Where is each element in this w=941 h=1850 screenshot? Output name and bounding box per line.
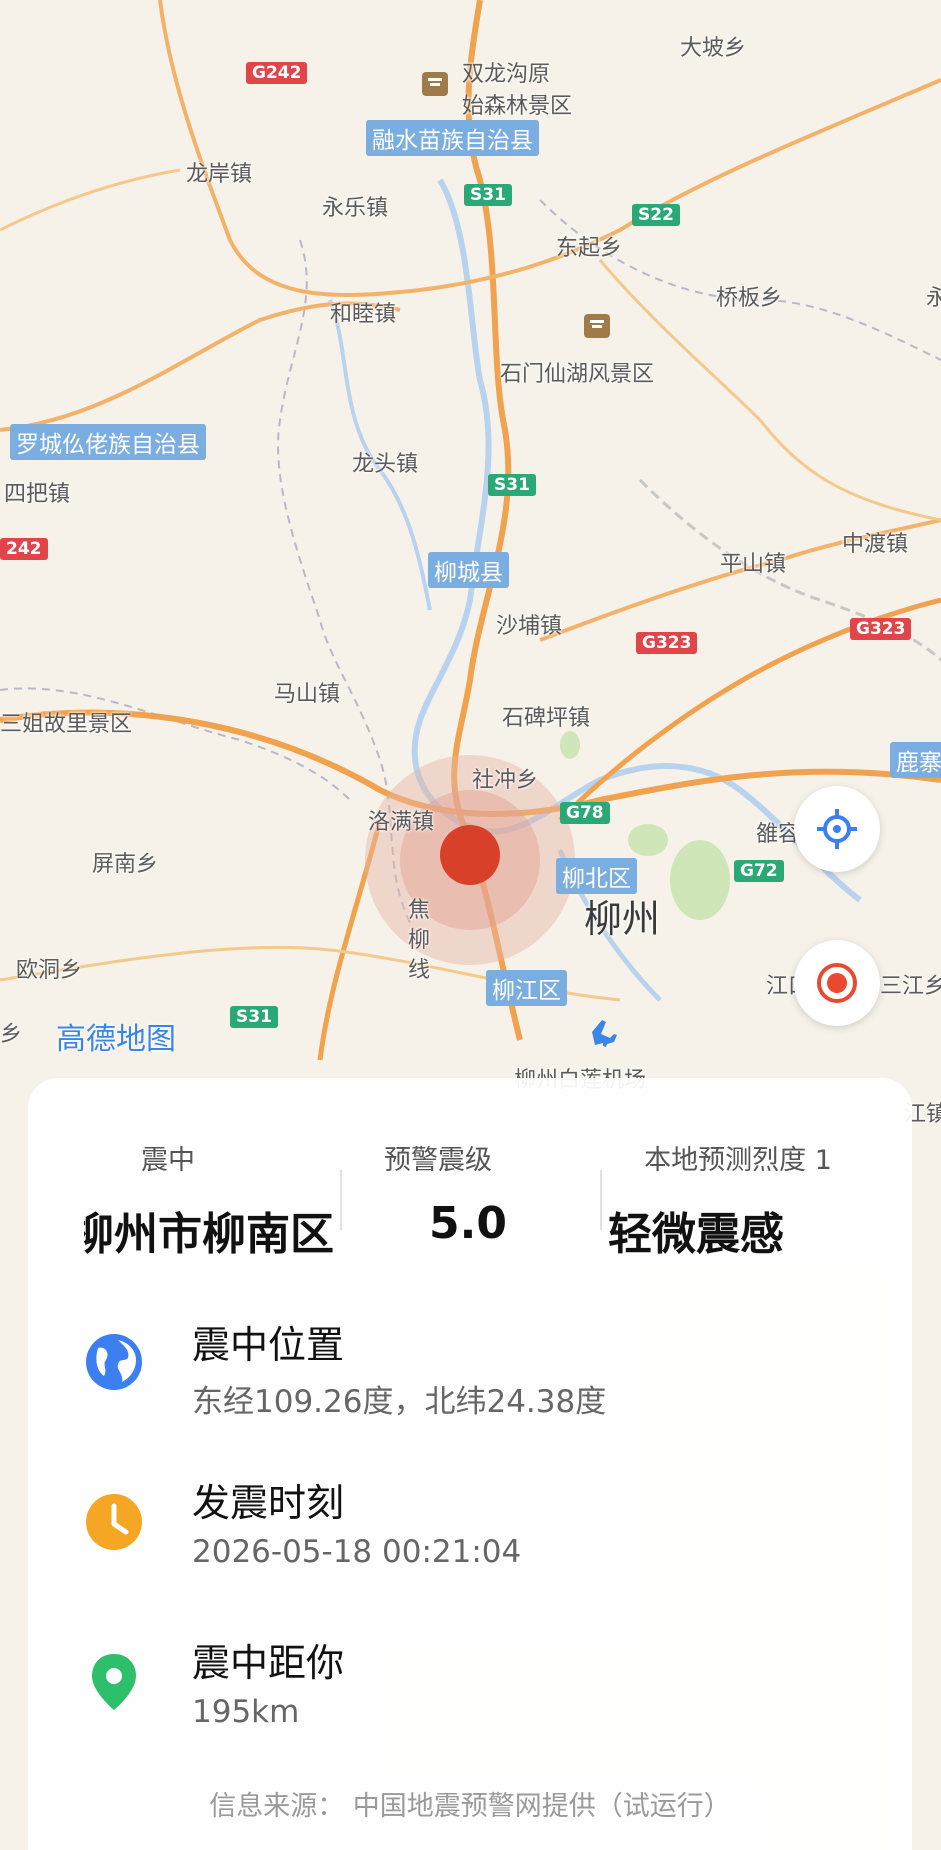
map-label-county: 柳城县 [428, 552, 509, 588]
map-label: 三江乡 [880, 974, 941, 999]
map-label: 始森林景区 [462, 94, 573, 119]
map-label: 石碑坪镇 [502, 706, 591, 731]
map-label-city: 柳州 [584, 897, 661, 941]
magnitude-value: 5.0 [429, 1198, 507, 1249]
road-shield: G242 [246, 62, 308, 84]
location-pin-icon [92, 1654, 136, 1710]
map-label: 洛满镇 [368, 810, 435, 835]
earthquake-info-panel: 震中 预警震级 本地预测烈度 1 柳州市柳南区 5.0 轻微震感 震中位置 东经… [28, 1078, 912, 1850]
map-label: 乡 [0, 1022, 23, 1047]
epicenter-focus-button[interactable] [794, 940, 880, 1026]
map-brand-logo: 高德地图 [56, 1022, 176, 1057]
epicenter-marker [440, 825, 500, 885]
road-shield: G323 [636, 632, 698, 654]
map-label: 四把镇 [4, 482, 71, 507]
map-label-county: 融水苗族自治县 [366, 120, 539, 156]
magnitude-header: 预警震级 [384, 1145, 492, 1176]
road-shield: S22 [632, 204, 680, 226]
map-label: 龙岸镇 [186, 162, 253, 187]
map-label: 三姐故里景区 [0, 712, 133, 737]
map-label: 双龙沟原 [462, 62, 551, 87]
map-label-county: 鹿寨 [890, 742, 941, 778]
target-icon [817, 963, 857, 1003]
road-shield: S31 [464, 184, 512, 206]
clock-icon [86, 1494, 142, 1550]
intensity-header: 本地预测烈度 1 [644, 1145, 832, 1176]
scenic-spot-icon [584, 314, 610, 338]
map-label: 屏南乡 [92, 852, 159, 877]
road-shield: G78 [560, 802, 610, 824]
column-divider [600, 1170, 602, 1230]
locate-me-button[interactable] [794, 786, 880, 872]
map-label: 石门仙湖风景区 [500, 362, 655, 387]
map-label: 和睦镇 [330, 302, 397, 327]
map-label: 平山镇 [720, 552, 787, 577]
road-shield: 242 [0, 538, 48, 560]
map-label: 欧洞乡 [16, 958, 83, 983]
origin-time-title: 发震时刻 [192, 1481, 345, 1525]
map-label-rail: 焦柳线 [408, 898, 431, 983]
map-label: 永 [926, 286, 941, 311]
globe-icon [86, 1334, 142, 1390]
column-divider [340, 1170, 342, 1230]
map-label-county: 柳江区 [486, 970, 567, 1006]
map-label: 东起乡 [556, 236, 623, 261]
map-label: 沙埔镇 [496, 614, 563, 639]
scenic-spot-icon [422, 72, 448, 96]
epicenter-location-title: 震中位置 [192, 1323, 345, 1367]
epicenter-header: 震中 [141, 1145, 195, 1176]
epicenter-location-value: 东经109.26度，北纬24.38度 [192, 1384, 607, 1420]
road-shield: G323 [850, 618, 912, 640]
map-label: 社冲乡 [472, 768, 539, 793]
epicenter-value: 柳州市柳南区 [84, 1209, 334, 1260]
map-label: 马山镇 [274, 682, 341, 707]
intensity-value: 轻微震感 [608, 1209, 784, 1260]
map-label: 永乐镇 [322, 196, 389, 221]
origin-time-value: 2026-05-18 00:21:04 [192, 1534, 522, 1570]
info-source: 信息来源： 中国地震预警网提供（试运行） [209, 1791, 731, 1822]
map-label: 龙头镇 [352, 452, 419, 477]
road-shield: G72 [734, 860, 784, 882]
distance-value: 195km [192, 1694, 300, 1730]
map-label-county: 罗城仫佬族自治县 [10, 424, 206, 460]
map-label: 中渡镇 [842, 532, 909, 557]
map-label: 大坡乡 [680, 36, 747, 61]
crosshair-icon [817, 809, 857, 849]
road-shield: S31 [488, 474, 536, 496]
map-label: 桥板乡 [716, 286, 783, 311]
road-shield: S31 [230, 1006, 278, 1028]
distance-title: 震中距你 [192, 1641, 345, 1685]
